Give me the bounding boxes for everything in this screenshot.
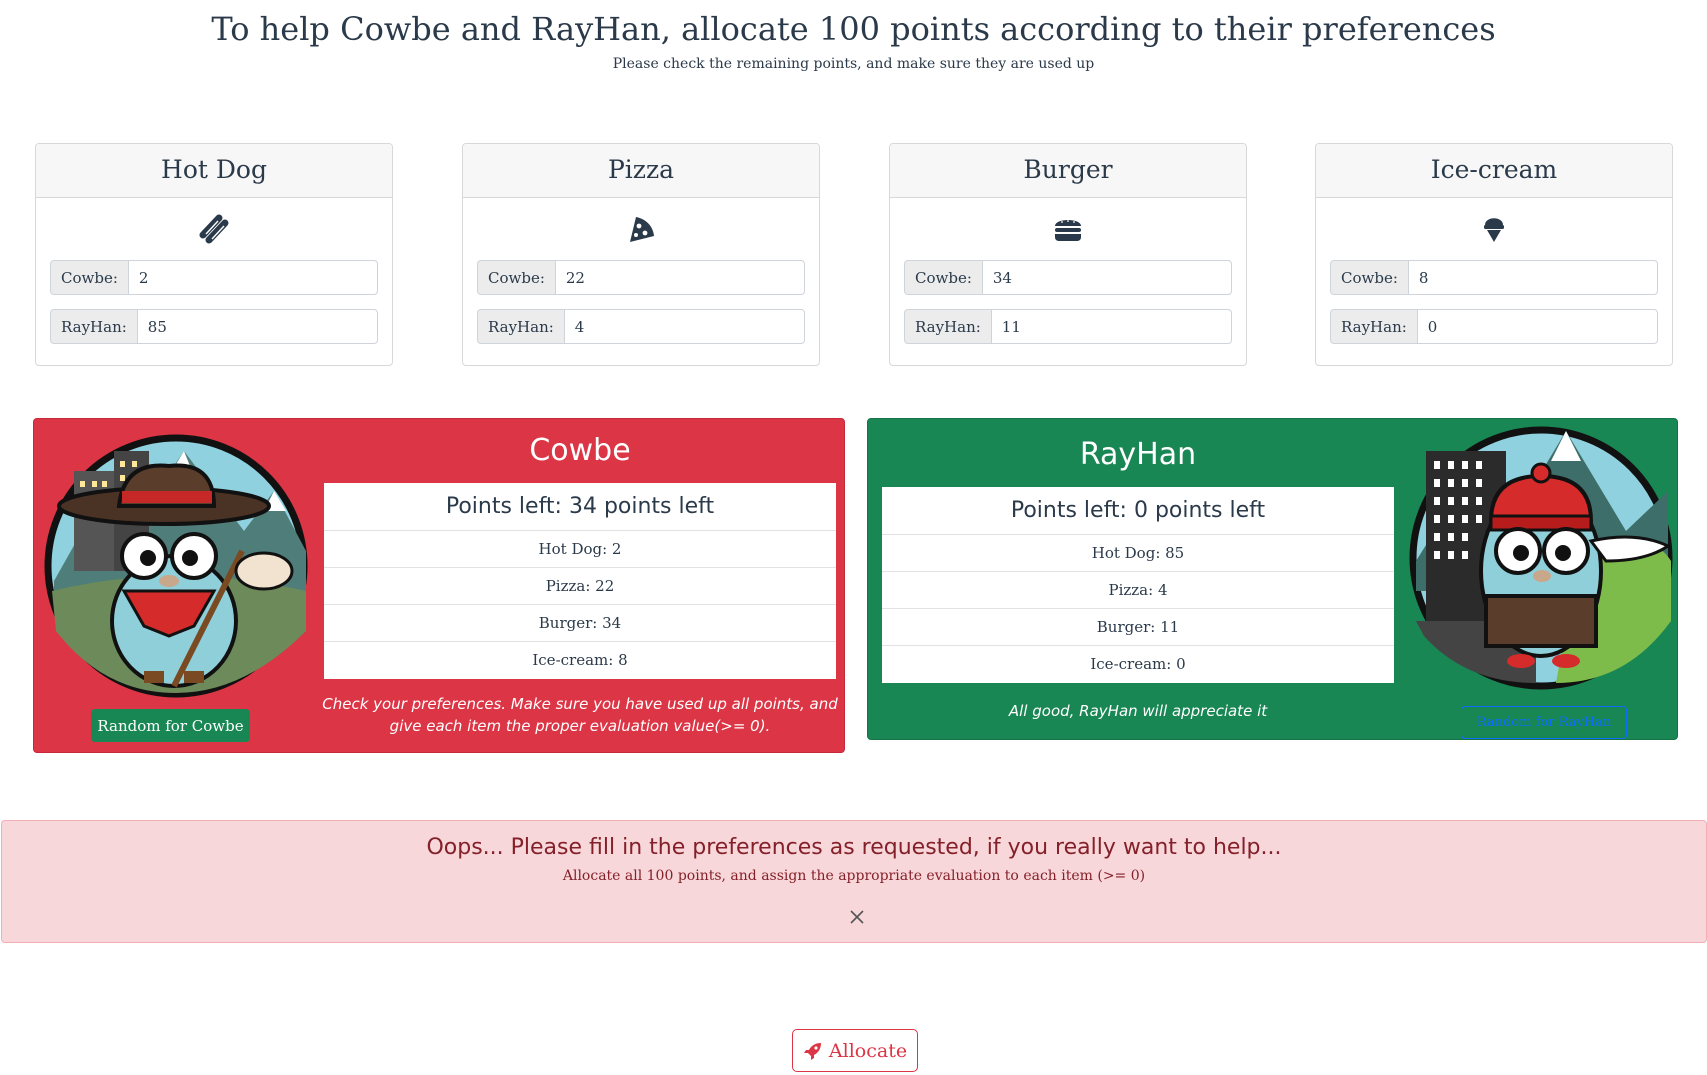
cowbe-summary-list: Points left: 34 points left Hot Dog: 2 P… bbox=[324, 483, 836, 679]
item-card-hotdog: Hot Dog Cowbe: 2 RayHan: 85 bbox=[35, 143, 393, 366]
rayhan-hotdog-row: Hot Dog: 85 bbox=[882, 535, 1394, 572]
cowbe-pizza-input[interactable]: 22 bbox=[554, 260, 805, 295]
cowbe-burger-row: Burger: 34 bbox=[324, 605, 836, 642]
rayhan-input-group: RayHan: 11 bbox=[904, 309, 1232, 344]
cowbe-burger-input[interactable]: 34 bbox=[981, 260, 1232, 295]
cowbe-hotdog-input[interactable]: 2 bbox=[127, 260, 378, 295]
rayhan-points-left: Points left: 0 points left bbox=[882, 487, 1394, 535]
rayhan-burger-row: Burger: 11 bbox=[882, 609, 1394, 646]
item-card-pizza: Pizza Cowbe: 22 RayHan: 4 bbox=[462, 143, 820, 366]
rayhan-label: RayHan: bbox=[50, 309, 137, 344]
hotdog-icon bbox=[199, 214, 229, 244]
rayhan-icecream-row: Ice-cream: 0 bbox=[1090, 655, 1186, 673]
rayhan-label: RayHan: bbox=[477, 309, 564, 344]
close-icon[interactable] bbox=[845, 905, 869, 929]
page-title: To help Cowbe and RayHan, allocate 100 p… bbox=[211, 10, 1496, 48]
cowbe-input-group: Cowbe: 8 bbox=[1330, 260, 1658, 295]
rayhan-status-note: All good, RayHan will appreciate it bbox=[1008, 702, 1268, 720]
item-card-title: Ice-cream bbox=[1316, 144, 1672, 198]
item-card-burger: Burger Cowbe: 34 RayHan: 11 bbox=[889, 143, 1247, 366]
item-card-title: Pizza bbox=[463, 144, 819, 198]
cowbe-input-group: Cowbe: 34 bbox=[904, 260, 1232, 295]
winter-gopher-illustration bbox=[1409, 426, 1673, 690]
cowbe-panel: Cowbe Points left: 34 points left Hot Do… bbox=[33, 418, 845, 753]
rayhan-name: RayHan bbox=[1079, 437, 1197, 472]
page-header: To help Cowbe and RayHan, allocate 100 p… bbox=[0, 10, 1707, 72]
rayhan-label: RayHan: bbox=[1330, 309, 1417, 344]
alert-title: Oops... Please fill in the preferences a… bbox=[426, 835, 1282, 860]
rayhan-pizza-row: Pizza: 4 bbox=[882, 572, 1394, 609]
cowbe-hotdog-row: Hot Dog: 2 bbox=[324, 531, 836, 568]
page-subtitle: Please check the remaining points, and m… bbox=[612, 56, 1095, 72]
cowbe-status-note: Check your preferences. Make sure you ha… bbox=[312, 693, 848, 737]
item-card-title: Hot Dog bbox=[36, 144, 392, 198]
rayhan-pizza-input[interactable]: 4 bbox=[563, 309, 805, 344]
cowbe-name: Cowbe bbox=[529, 433, 631, 468]
icecream-icon bbox=[1484, 218, 1504, 242]
cowbe-note-line1: Check your preferences. Make sure you ha… bbox=[322, 695, 838, 713]
burger-icon bbox=[1055, 220, 1081, 241]
cowbe-input-group: Cowbe: 2 bbox=[50, 260, 378, 295]
allocate-button[interactable]: Allocate bbox=[792, 1029, 918, 1072]
rayhan-input-group: RayHan: 4 bbox=[477, 309, 805, 344]
cowbe-icecream-input[interactable]: 8 bbox=[1407, 260, 1658, 295]
rayhan-burger-input[interactable]: 11 bbox=[990, 309, 1232, 344]
rayhan-input-group: RayHan: 85 bbox=[50, 309, 378, 344]
rayhan-icecream-input[interactable]: 0 bbox=[1416, 309, 1658, 344]
allocate-label: Allocate bbox=[828, 1039, 908, 1062]
pizza-icon bbox=[630, 217, 654, 242]
item-card-title: Burger bbox=[890, 144, 1246, 198]
item-card-icecream: Ice-cream Cowbe: 8 RayHan: 0 bbox=[1315, 143, 1673, 366]
cowbe-pizza-row: Pizza: 22 bbox=[324, 568, 836, 605]
cowbe-label: Cowbe: bbox=[904, 260, 982, 295]
random-for-rayhan-button[interactable]: Random for RayHan bbox=[1461, 706, 1627, 739]
alert-subtitle: Allocate all 100 points, and assign the … bbox=[562, 868, 1146, 884]
cowbe-icecream-row: Ice-cream: 8 bbox=[532, 651, 628, 669]
validation-alert: Oops... Please fill in the preferences a… bbox=[1, 820, 1707, 943]
rocket-icon bbox=[803, 1042, 821, 1060]
cowbe-input-group: Cowbe: 22 bbox=[477, 260, 805, 295]
cowbe-note-line2: give each item the proper evaluation val… bbox=[389, 717, 771, 735]
rayhan-hotdog-input[interactable]: 85 bbox=[136, 309, 378, 344]
cowbe-label: Cowbe: bbox=[50, 260, 128, 295]
cowbe-label: Cowbe: bbox=[477, 260, 555, 295]
cowbe-label: Cowbe: bbox=[1330, 260, 1408, 295]
rayhan-panel: RayHan Points left: 0 points left Hot Do… bbox=[867, 418, 1678, 740]
rayhan-summary-list: Points left: 0 points left Hot Dog: 85 P… bbox=[882, 487, 1394, 683]
cowbe-points-left: Points left: 34 points left bbox=[324, 483, 836, 531]
rayhan-label: RayHan: bbox=[904, 309, 991, 344]
rayhan-input-group: RayHan: 0 bbox=[1330, 309, 1658, 344]
cowboy-gopher-illustration bbox=[44, 434, 308, 698]
random-for-cowbe-button[interactable]: Random for Cowbe bbox=[91, 709, 250, 742]
